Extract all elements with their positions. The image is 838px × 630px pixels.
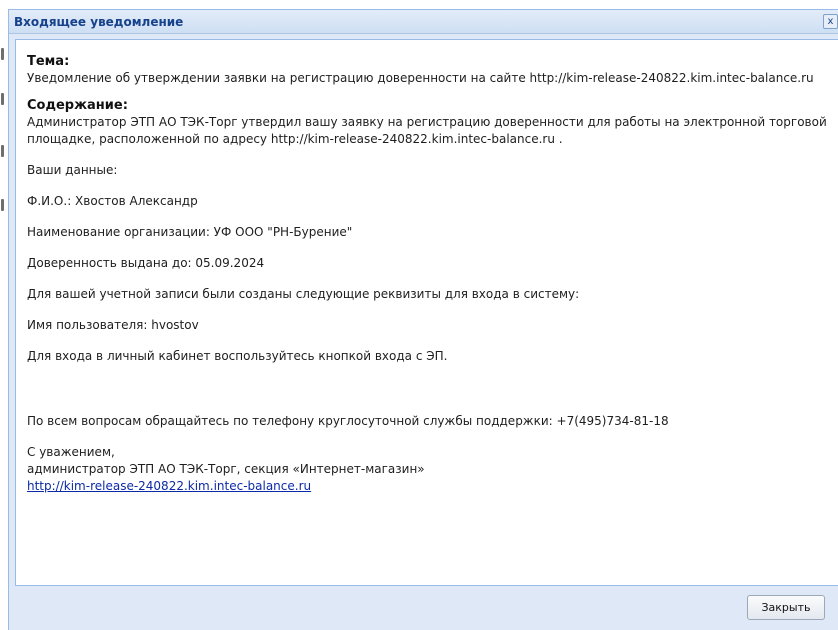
your-data-text: Ваши данные: <box>27 163 118 177</box>
valid-until-text: Доверенность выдана до: 05.09.2024 <box>27 256 265 270</box>
content-label: Содержание: <box>27 98 128 113</box>
close-icon[interactable]: x <box>823 14 838 29</box>
username-text: Имя пользователя: hvostov <box>27 318 199 332</box>
message-body: Тема: Уведомление об утверждении заявки … <box>15 39 838 586</box>
edge-marker <box>1 199 4 211</box>
dialog-titlebar[interactable]: Входящее уведомление x <box>9 10 838 34</box>
signature-text: администратор ЭТП АО ТЭК-Торг, секция «И… <box>27 462 425 476</box>
login-hint-text: Для входа в личный кабинет воспользуйтес… <box>27 349 448 363</box>
fio-text: Ф.И.О.: Хвостов Александр <box>27 194 198 208</box>
message-content: Тема: Уведомление об утверждении заявки … <box>16 40 838 495</box>
site-link[interactable]: http://kim-release-240822.kim.intec-bala… <box>27 479 311 493</box>
organization-text: Наименование организации: УФ ООО "РН-Бур… <box>27 225 353 239</box>
edge-marker <box>1 93 4 105</box>
regards-text: С уважением, <box>27 445 115 459</box>
close-glyph: x <box>827 16 834 27</box>
subject-label: Тема: <box>27 54 70 69</box>
credentials-intro-text: Для вашей учетной записи были созданы сл… <box>27 287 580 301</box>
edge-marker <box>1 145 4 157</box>
edge-marker <box>1 48 4 60</box>
background-window-edge <box>0 0 6 630</box>
screen: Входящее уведомление x Тема: Уведомление… <box>0 0 838 630</box>
close-button[interactable]: Закрыть <box>747 595 825 620</box>
dialog-title: Входящее уведомление <box>14 15 184 29</box>
support-text: По всем вопросам обращайтесь по телефону… <box>27 414 669 428</box>
intro-text: Администратор ЭТП АО ТЭК-Торг утвердил в… <box>27 115 827 146</box>
subject-text: Уведомление об утверждении заявки на рег… <box>27 71 814 85</box>
incoming-notification-dialog: Входящее уведомление x Тема: Уведомление… <box>8 9 838 630</box>
